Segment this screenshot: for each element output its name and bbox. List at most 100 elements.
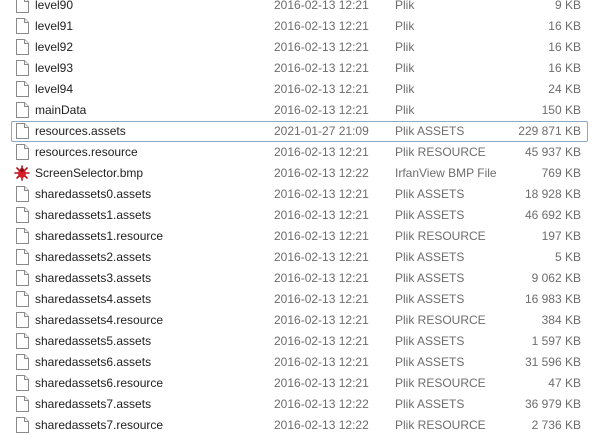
file-type: Plik RESOURCE	[395, 313, 486, 327]
file-type: Plik ASSETS	[395, 271, 465, 285]
file-row[interactable]: sharedassets7.resource 2016-02-13 12:22 …	[0, 415, 614, 436]
file-list: level90 2016-02-13 12:21 Plik 9 KB level…	[0, 0, 614, 436]
file-row[interactable]: level91 2016-02-13 12:21 Plik 16 KB	[0, 16, 614, 37]
file-size: 384 KB	[541, 313, 581, 327]
file-name: resources.resource	[35, 145, 138, 159]
file-row[interactable]: sharedassets6.resource 2016-02-13 12:21 …	[0, 373, 614, 394]
file-row[interactable]: mainData 2016-02-13 12:21 Plik 150 KB	[0, 100, 614, 121]
file-size: 229 871 KB	[518, 124, 581, 138]
file-type: Plik ASSETS	[395, 355, 465, 369]
blank-file-icon	[16, 333, 29, 349]
file-name: sharedassets7.resource	[35, 418, 164, 432]
file-size: 150 KB	[541, 103, 581, 117]
file-row[interactable]: level90 2016-02-13 12:21 Plik 9 KB	[0, 0, 614, 16]
file-type: Plik	[395, 103, 415, 117]
file-type: Plik ASSETS	[395, 397, 465, 411]
blank-file-icon	[16, 0, 29, 13]
file-row[interactable]: sharedassets5.assets 2016-02-13 12:21 Pl…	[0, 331, 614, 352]
file-size: 36 979 KB	[524, 397, 581, 411]
file-name: sharedassets2.assets	[35, 250, 152, 264]
blank-file-icon	[16, 228, 29, 244]
file-date-modified: 2016-02-13 12:22	[274, 418, 369, 432]
file-date-modified: 2016-02-13 12:21	[274, 376, 369, 390]
file-size: 47 KB	[548, 376, 581, 390]
file-name: sharedassets1.assets	[35, 208, 152, 222]
file-name: level91	[35, 19, 74, 33]
file-type: Plik RESOURCE	[395, 376, 486, 390]
file-name: sharedassets4.resource	[35, 313, 164, 327]
file-type: Plik	[395, 40, 415, 54]
file-row[interactable]: level93 2016-02-13 12:21 Plik 16 KB	[0, 58, 614, 79]
file-type: IrfanView BMP File	[395, 166, 497, 180]
file-type: Plik RESOURCE	[395, 418, 486, 432]
file-name: sharedassets5.assets	[35, 334, 152, 348]
file-row[interactable]: sharedassets3.assets 2016-02-13 12:21 Pl…	[0, 268, 614, 289]
file-name: sharedassets7.assets	[35, 397, 152, 411]
file-type: Plik ASSETS	[395, 187, 465, 201]
file-name: sharedassets6.assets	[35, 355, 152, 369]
file-row[interactable]: ScreenSelector.bmp 2016-02-13 12:22 Irfa…	[0, 163, 614, 184]
file-size: 24 KB	[548, 82, 581, 96]
file-date-modified: 2016-02-13 12:21	[274, 103, 369, 117]
file-row[interactable]: sharedassets6.assets 2016-02-13 12:21 Pl…	[0, 352, 614, 373]
file-row[interactable]: resources.assets 2021-01-27 21:09 Plik A…	[0, 121, 614, 142]
blank-file-icon	[16, 102, 29, 118]
file-row[interactable]: level94 2016-02-13 12:21 Plik 24 KB	[0, 79, 614, 100]
file-row[interactable]: sharedassets1.resource 2016-02-13 12:21 …	[0, 226, 614, 247]
file-type: Plik ASSETS	[395, 334, 465, 348]
file-row[interactable]: sharedassets1.assets 2016-02-13 12:21 Pl…	[0, 205, 614, 226]
file-name: level94	[35, 82, 74, 96]
file-row[interactable]: sharedassets7.assets 2016-02-13 12:22 Pl…	[0, 394, 614, 415]
file-date-modified: 2016-02-13 12:21	[274, 0, 369, 12]
file-size: 197 KB	[541, 229, 581, 243]
file-type: Plik	[395, 0, 415, 12]
blank-file-icon	[16, 396, 29, 412]
file-name: mainData	[35, 103, 87, 117]
file-name: ScreenSelector.bmp	[35, 166, 144, 180]
file-size: 16 KB	[548, 19, 581, 33]
blank-file-icon	[16, 270, 29, 286]
file-name: sharedassets3.assets	[35, 271, 152, 285]
file-name: level92	[35, 40, 74, 54]
file-size: 9 062 KB	[531, 271, 581, 285]
file-row[interactable]: resources.resource 2016-02-13 12:21 Plik…	[0, 142, 614, 163]
file-type: Plik	[395, 19, 415, 33]
file-name: sharedassets1.resource	[35, 229, 164, 243]
file-name: level90	[35, 0, 74, 12]
blank-file-icon	[16, 291, 29, 307]
file-date-modified: 2016-02-13 12:22	[274, 166, 369, 180]
file-date-modified: 2016-02-13 12:21	[274, 19, 369, 33]
file-row[interactable]: sharedassets0.assets 2016-02-13 12:21 Pl…	[0, 184, 614, 205]
file-row[interactable]: level92 2016-02-13 12:21 Plik 16 KB	[0, 37, 614, 58]
file-name: level93	[35, 61, 74, 75]
irfanview-bmp-icon	[14, 165, 30, 181]
blank-file-icon	[16, 60, 29, 76]
file-date-modified: 2016-02-13 12:22	[274, 397, 369, 411]
file-type: Plik	[395, 61, 415, 75]
file-size: 2 736 KB	[531, 418, 581, 432]
file-type: Plik ASSETS	[395, 292, 465, 306]
file-type: Plik ASSETS	[395, 250, 465, 264]
blank-file-icon	[16, 207, 29, 223]
blank-file-icon	[16, 312, 29, 328]
file-date-modified: 2016-02-13 12:21	[274, 313, 369, 327]
blank-file-icon	[16, 375, 29, 391]
file-size: 16 KB	[548, 61, 581, 75]
file-date-modified: 2016-02-13 12:21	[274, 292, 369, 306]
file-size: 46 692 KB	[524, 208, 581, 222]
file-date-modified: 2016-02-13 12:21	[274, 82, 369, 96]
file-date-modified: 2016-02-13 12:21	[274, 61, 369, 75]
blank-file-icon	[16, 417, 29, 433]
file-date-modified: 2016-02-13 12:21	[274, 145, 369, 159]
file-type: Plik RESOURCE	[395, 229, 486, 243]
file-date-modified: 2016-02-13 12:21	[274, 250, 369, 264]
file-date-modified: 2016-02-13 12:21	[274, 271, 369, 285]
file-size: 45 937 KB	[524, 145, 581, 159]
file-type: Plik ASSETS	[395, 208, 465, 222]
file-row[interactable]: sharedassets2.assets 2016-02-13 12:21 Pl…	[0, 247, 614, 268]
file-date-modified: 2021-01-27 21:09	[274, 124, 369, 138]
file-row[interactable]: sharedassets4.resource 2016-02-13 12:21 …	[0, 310, 614, 331]
file-row[interactable]: sharedassets4.assets 2016-02-13 12:21 Pl…	[0, 289, 614, 310]
file-size: 5 KB	[554, 250, 581, 264]
file-name: sharedassets4.assets	[35, 292, 152, 306]
